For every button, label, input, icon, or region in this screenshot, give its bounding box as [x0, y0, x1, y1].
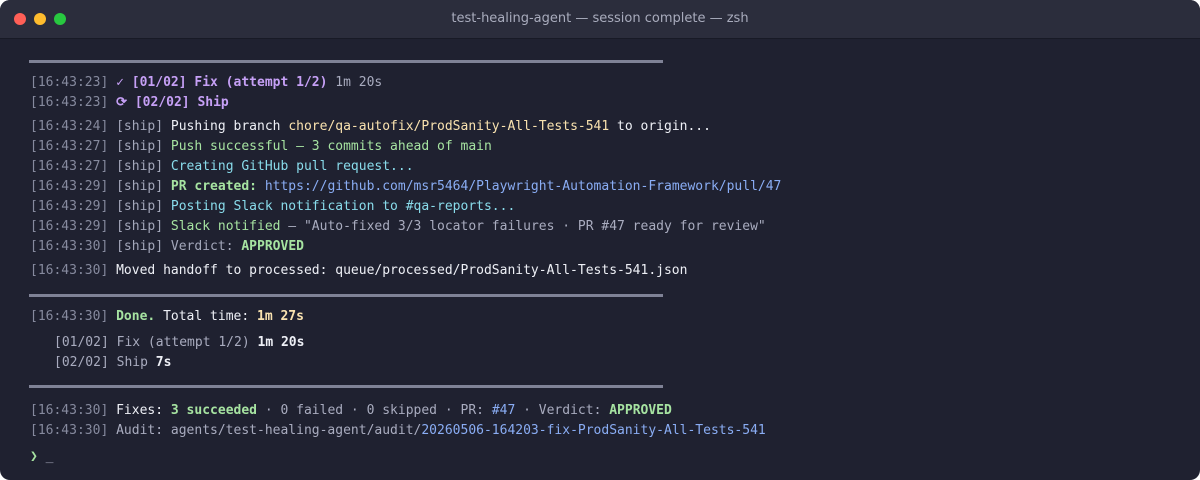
divider: [29, 294, 663, 297]
text-cursor: _: [45, 449, 54, 464]
slack-message: — "Auto-fixed 3/3 locator failures · PR …: [280, 219, 766, 234]
log-tag: [ship]: [116, 219, 164, 234]
terminal-window: test-healing-agent — session complete — …: [0, 0, 1200, 480]
prompt-chevron-icon: ❯: [30, 449, 38, 464]
log-line: [16:43:24] [ship] Pushing branch chore/q…: [30, 117, 711, 137]
summary-item-label: [01/02] Fix (attempt 1/2): [54, 335, 258, 350]
slack-notified-label: Slack notified: [170, 219, 281, 234]
verdict-value: APPROVED: [609, 403, 672, 418]
fixes-label: Fixes:: [116, 403, 171, 418]
divider: [29, 60, 663, 63]
total-time-value: 1m 27s: [257, 309, 304, 324]
log-line: [16:43:30] [ship] Verdict: APPROVED: [30, 237, 304, 257]
log-line: [16:43:29] [ship] PR created: https://gi…: [30, 177, 781, 197]
handoff-line: [16:43:30] Moved handoff to processed: q…: [30, 261, 687, 281]
timestamp: [16:43:24]: [30, 119, 109, 134]
timestamp: [16:43:30]: [30, 309, 109, 324]
audit-path-link[interactable]: 20260506-164203-fix-ProdSanity-All-Tests…: [421, 423, 765, 438]
step-label: [02/02] Ship: [134, 95, 229, 110]
summary-line: [16:43:30] Done. Total time: 1m 27s: [30, 307, 304, 327]
timestamp: [16:43:23]: [30, 75, 109, 90]
branch-name: chore/qa-autofix/ProdSanity-All-Tests-54…: [288, 119, 610, 134]
log-text: to origin...: [609, 119, 711, 134]
log-line: [16:43:27] [ship] Creating GitHub pull r…: [30, 157, 414, 177]
verdict-label: Verdict:: [170, 239, 242, 254]
fixes-stats: · 0 failed · 0 skipped · PR:: [257, 403, 492, 418]
divider: [29, 385, 663, 388]
summary-item-label: [02/02] Ship: [54, 355, 156, 370]
terminal-output[interactable]: [16:43:23] ✓ [01/02] Fix (attempt 1/2) 1…: [0, 39, 1200, 480]
timestamp: [16:43:30]: [30, 403, 109, 418]
timestamp: [16:43:29]: [30, 219, 109, 234]
title-bar: test-healing-agent — session complete — …: [0, 0, 1200, 39]
log-line: [16:43:29] [ship] Slack notified — "Auto…: [30, 217, 766, 237]
shell-prompt[interactable]: ❯ _: [30, 447, 53, 467]
log-line: [16:43:29] [ship] Posting Slack notifica…: [30, 197, 515, 217]
pr-url-link[interactable]: https://github.com/msr5464/Playwright-Au…: [265, 179, 782, 194]
pr-link[interactable]: #47: [492, 403, 515, 418]
verdict-label: · Verdict:: [515, 403, 610, 418]
log-text: Push successful — 3 commits ahead of mai…: [170, 139, 492, 154]
log-text: Pushing branch: [170, 119, 289, 134]
timestamp: [16:43:30]: [30, 423, 109, 438]
summary-item: [01/02] Fix (attempt 1/2) 1m 20s: [54, 333, 304, 353]
summary-item-time: 7s: [155, 355, 172, 370]
total-time-label: Total time:: [155, 309, 257, 324]
spinner-icon: ⟳: [116, 95, 128, 110]
summary-item-time: 1m 20s: [257, 335, 305, 350]
step-line: [16:43:23] ⟳ [02/02] Ship: [30, 93, 229, 113]
log-text: Creating GitHub pull request...: [170, 159, 414, 174]
timestamp: [16:43:29]: [30, 179, 109, 194]
log-tag: [ship]: [116, 199, 164, 214]
timestamp: [16:43:27]: [30, 139, 109, 154]
verdict-value: APPROVED: [241, 239, 304, 254]
step-duration: 1m 20s: [335, 75, 383, 90]
log-text: Posting Slack notification to #qa-report…: [170, 199, 516, 214]
window-title: test-healing-agent — session complete — …: [451, 11, 749, 26]
audit-line: [16:43:30] Audit: agents/test-healing-ag…: [30, 421, 766, 441]
done-label: Done.: [116, 309, 156, 324]
handoff-text: Moved handoff to processed: queue/proces…: [116, 263, 688, 278]
timestamp: [16:43:30]: [30, 239, 109, 254]
log-line: [16:43:27] [ship] Push successful — 3 co…: [30, 137, 492, 157]
timestamp: [16:43:30]: [30, 263, 109, 278]
timestamp: [16:43:27]: [30, 159, 109, 174]
log-tag: [ship]: [116, 179, 164, 194]
pr-created-label: PR created:: [170, 179, 257, 194]
timestamp: [16:43:23]: [30, 95, 109, 110]
audit-label: Audit: agents/test-healing-agent/audit/: [116, 423, 422, 438]
log-tag: [ship]: [116, 139, 164, 154]
fixes-line: [16:43:30] Fixes: 3 succeeded · 0 failed…: [30, 401, 672, 421]
log-tag: [ship]: [116, 119, 164, 134]
step-line: [16:43:23] ✓ [01/02] Fix (attempt 1/2) 1…: [30, 73, 382, 93]
log-tag: [ship]: [116, 159, 164, 174]
summary-item: [02/02] Ship 7s: [54, 353, 171, 373]
step-label: [01/02] Fix (attempt 1/2): [131, 75, 328, 90]
log-tag: [ship]: [116, 239, 164, 254]
check-icon: ✓: [116, 75, 124, 90]
timestamp: [16:43:29]: [30, 199, 109, 214]
succeeded-count: 3 succeeded: [170, 403, 257, 418]
